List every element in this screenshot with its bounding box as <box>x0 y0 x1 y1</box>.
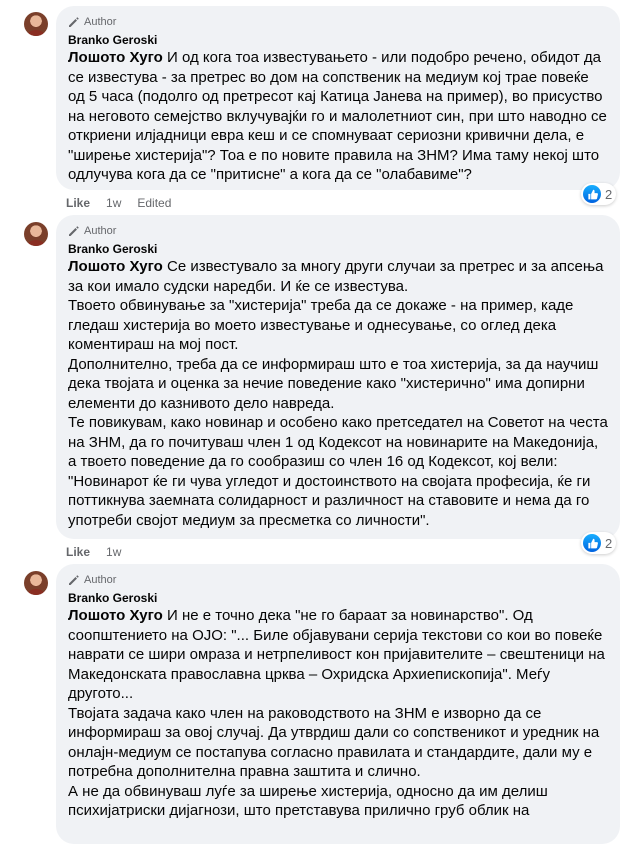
commenter-name[interactable]: Branko Geroski <box>68 241 608 257</box>
pencil-author-icon <box>69 226 79 236</box>
author-badge: Author <box>68 223 608 239</box>
comment-paragraph: Дополнително, треба да се информираш што… <box>68 355 599 412</box>
author-badge-label: Author <box>84 574 117 586</box>
pencil-author-icon <box>69 575 79 585</box>
comment-text: Лошото Хуго И од кога тоа известувањето … <box>68 48 608 185</box>
comment-paragraph: Твоето обвинување за "хистерија" треба д… <box>68 297 574 353</box>
reaction-count-value: 2 <box>605 186 613 202</box>
mention-link[interactable]: Лошото Хуго <box>68 258 163 275</box>
comment-actions: Like 1w Edited <box>66 195 171 211</box>
author-badge-label: Author <box>84 16 117 28</box>
comment-paragraph: И од кога тоа известувањето - или подобр… <box>68 49 607 183</box>
commenter-name[interactable]: Branko Geroski <box>68 590 608 606</box>
like-button[interactable]: Like <box>66 545 90 559</box>
author-badge: Author <box>68 14 608 30</box>
like-reaction-icon <box>583 185 601 203</box>
comment-bubble: Author Branko Geroski Лошото Хуго И од к… <box>56 6 620 190</box>
author-badge-label: Author <box>84 225 117 237</box>
mention-link[interactable]: Лошото Хуго <box>68 607 163 624</box>
like-reaction-icon <box>583 534 601 552</box>
timestamp[interactable]: 1w <box>106 545 121 559</box>
author-badge: Author <box>68 572 608 588</box>
comment-text: Лошото Хуго Се известувало за многу друг… <box>68 257 608 530</box>
comment-text: Лошото Хуго И не е точно дека "не го бар… <box>68 606 608 821</box>
comment-bubble: Author Branko Geroski Лошото Хуго И не е… <box>56 564 620 844</box>
mention-link[interactable]: Лошото Хуго <box>68 49 163 66</box>
comment-paragraph: А не да обвинуваш луѓе за ширење хистери… <box>68 782 548 820</box>
comment-paragraph: Твојата задача како член на раководствот… <box>68 704 600 781</box>
reaction-count-value: 2 <box>605 535 613 551</box>
reaction-count[interactable]: 2 <box>581 183 617 205</box>
timestamp[interactable]: 1w <box>106 196 121 210</box>
avatar[interactable] <box>24 222 48 246</box>
avatar[interactable] <box>24 12 48 36</box>
edited-label[interactable]: Edited <box>137 196 171 210</box>
pencil-author-icon <box>69 17 79 27</box>
comment-paragraph: Те повикувам, како новинар и особено как… <box>68 414 608 529</box>
avatar[interactable] <box>24 571 48 595</box>
reaction-count[interactable]: 2 <box>581 532 617 554</box>
comment-actions: Like 1w <box>66 544 137 560</box>
comment-bubble: Author Branko Geroski Лошото Хуго Се изв… <box>56 215 620 539</box>
like-button[interactable]: Like <box>66 196 90 210</box>
commenter-name[interactable]: Branko Geroski <box>68 32 608 48</box>
